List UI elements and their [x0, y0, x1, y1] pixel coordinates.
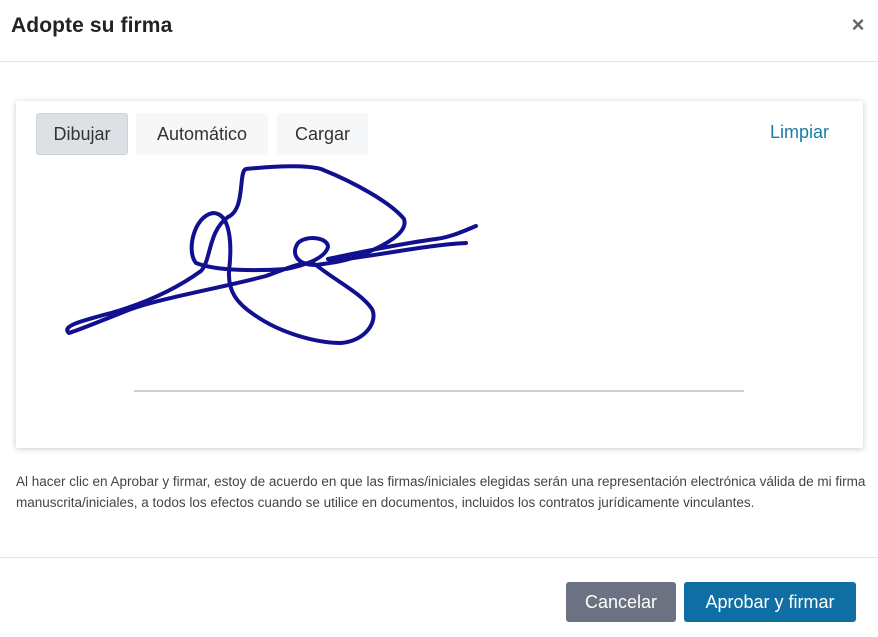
signature-canvas[interactable] [16, 161, 863, 448]
modal-header: Adopte su firma × [0, 0, 878, 62]
legal-disclaimer: Al hacer clic en Aprobar y firmar, estoy… [16, 474, 866, 510]
signature-panel: Dibujar Automático Cargar Limpiar [16, 101, 863, 448]
approve-and-sign-button[interactable]: Aprobar y firmar [684, 582, 856, 622]
cancel-button[interactable]: Cancelar [566, 582, 676, 622]
close-icon[interactable]: × [848, 14, 868, 36]
modal-title: Adopte su firma [11, 14, 173, 37]
signature-stroke [65, 164, 478, 345]
signature-baseline [134, 390, 744, 392]
tab-draw[interactable]: Dibujar [36, 113, 128, 155]
footer-divider [0, 557, 878, 558]
tab-upload[interactable]: Cargar [277, 113, 368, 155]
tab-automatic[interactable]: Automático [136, 113, 268, 155]
clear-link[interactable]: Limpiar [770, 122, 829, 143]
